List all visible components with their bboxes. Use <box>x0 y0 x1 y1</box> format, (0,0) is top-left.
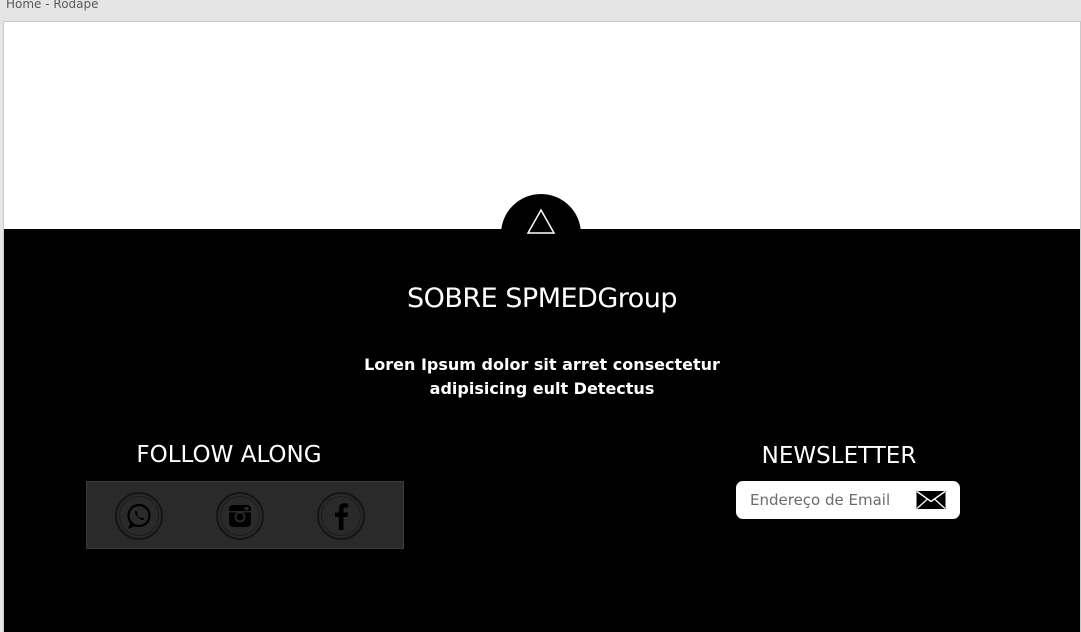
newsletter-title: NEWSLETTER <box>761 443 917 469</box>
newsletter-form <box>736 481 960 519</box>
envelope-icon <box>916 490 946 509</box>
facebook-button[interactable] <box>317 492 365 540</box>
newsletter-send-button[interactable] <box>916 490 948 512</box>
facebook-ring <box>321 496 361 536</box>
artboard-tab-label[interactable]: Home - Rodape <box>6 0 99 11</box>
instagram-button[interactable] <box>216 492 264 540</box>
follow-along-title: FOLLOW ALONG <box>136 442 322 468</box>
triangle-up-icon <box>526 208 556 234</box>
newsletter-email-input[interactable] <box>750 489 910 511</box>
about-text: Loren Ipsum dolor sit arret consectetur … <box>364 355 720 398</box>
instagram-ring <box>220 496 260 536</box>
scroll-to-top-button[interactable] <box>501 194 581 254</box>
about-title: SOBRE SPMEDGroup <box>406 283 678 314</box>
social-links-box <box>86 481 404 549</box>
whatsapp-button[interactable] <box>115 492 163 540</box>
whatsapp-ring <box>119 496 159 536</box>
footer: SOBRE SPMEDGroup Loren Ipsum dolor sit a… <box>4 229 1080 632</box>
artboard: SOBRE SPMEDGroup Loren Ipsum dolor sit a… <box>3 21 1081 632</box>
